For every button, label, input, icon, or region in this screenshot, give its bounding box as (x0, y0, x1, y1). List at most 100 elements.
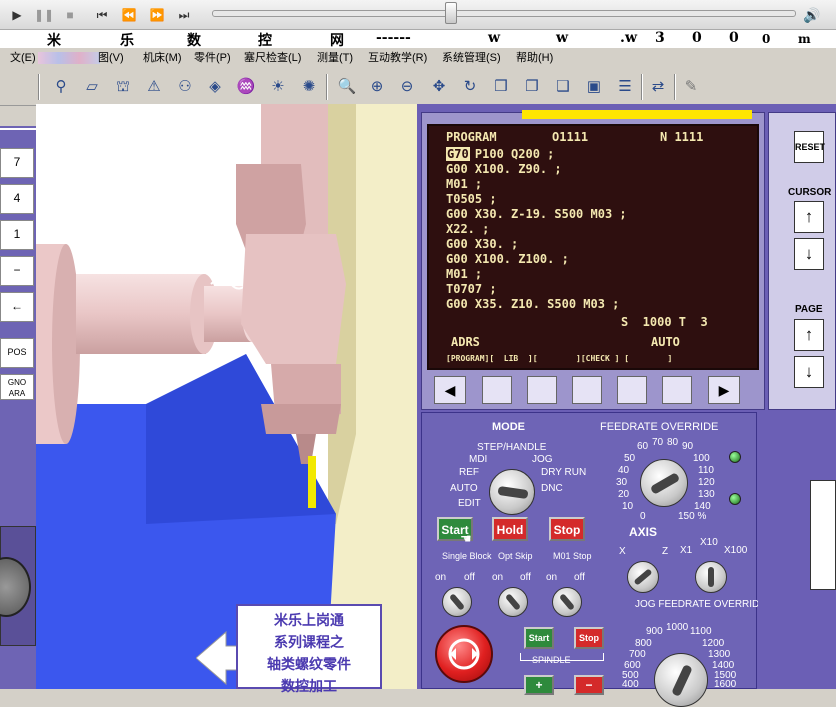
play-icon[interactable]: ▶ (8, 7, 26, 23)
rewind-icon[interactable]: ⏪ (120, 7, 138, 23)
pause-icon[interactable]: ❚❚ (34, 7, 54, 23)
key-program[interactable]: GNO ARA (0, 374, 34, 400)
softkey-4[interactable] (617, 376, 647, 404)
skip-back-icon[interactable]: ⏮ (93, 7, 111, 23)
move-icon[interactable]: ✥ (428, 76, 450, 98)
jog-feedrate-title: JOG FEEDRATE OVERRIDE (635, 599, 766, 610)
jog-tick: 1000 (666, 622, 689, 633)
menu-bar: 文(E) 图(V) 机床(M) 零件(P) 塞尺检查(L) 测量(T) 互动教学… (0, 48, 836, 68)
softkey-5[interactable] (662, 376, 692, 404)
menu-teaching[interactable]: 互动教学(R) (368, 48, 427, 68)
lamp-icon[interactable]: ✺ (298, 76, 320, 98)
feed-tick: 150 % (678, 511, 707, 522)
key-left-arrow[interactable]: ← (0, 292, 34, 322)
handle-scale-knob[interactable] (695, 561, 727, 593)
cursor-up-button[interactable]: ↑ (794, 201, 824, 233)
softkey-next[interactable]: ▶ (708, 376, 740, 404)
softkey-prev[interactable]: ◀ (434, 376, 466, 404)
menu-help[interactable]: 帮助(H) (516, 48, 553, 68)
menu-machine[interactable]: 机床(M) (143, 48, 182, 68)
spindle-decrease-button[interactable]: − (574, 675, 604, 695)
spindle-increase-button[interactable]: + (524, 675, 554, 695)
cursor-page-panel: RESET CURSOR ↑ ↓ PAGE ↑ ↓ (768, 112, 836, 410)
pen-icon[interactable]: ✎ (680, 76, 702, 98)
volume-icon[interactable]: 🔊 (803, 7, 821, 23)
softkey-1[interactable] (482, 376, 512, 404)
view-side-icon[interactable]: ❑ (552, 76, 574, 98)
operator-icon[interactable]: ⚲ (50, 76, 72, 98)
key-1[interactable]: 1 (0, 220, 34, 250)
opt-skip-switch[interactable] (498, 587, 528, 617)
spindle-stop-button[interactable]: Stop (574, 627, 604, 649)
banner-char: w (625, 30, 638, 46)
seek-thumb[interactable] (445, 2, 458, 24)
chuck-icon[interactable]: ◈ (204, 76, 226, 98)
spindle-start-button[interactable]: Start (524, 627, 554, 649)
m01-stop-label: M01 Stop (553, 551, 592, 561)
menu-file[interactable]: 文(E) (10, 48, 36, 68)
page-label: PAGE (795, 304, 823, 315)
menu-gauge-check[interactable]: 塞尺检查(L) (244, 48, 301, 68)
tool-icon[interactable]: ⚠ (143, 76, 165, 98)
menu-measure[interactable]: 测量(T) (317, 48, 353, 68)
feedrate-override-knob[interactable] (640, 459, 688, 507)
fast-forward-icon[interactable]: ⏩ (148, 7, 166, 23)
mode-dnc: DNC (541, 483, 563, 494)
toolbar-separator (641, 74, 643, 100)
feed-hold-button[interactable]: Hold (492, 517, 528, 541)
view-top-icon[interactable]: ❐ (521, 76, 543, 98)
arrow-left-icon (196, 630, 240, 686)
lathe-3d-viewport[interactable] (36, 104, 417, 689)
banner-char: ------ (376, 30, 411, 46)
menu-part[interactable]: 零件(P) (194, 48, 231, 68)
axis-selector-knob[interactable] (627, 561, 659, 593)
crt-line: M01 ; (446, 267, 483, 281)
zoom-out-icon[interactable]: ⊖ (396, 76, 418, 98)
site-banner: 米 乐 数 控 网 ------ w w w . 3 0 0 0 m (0, 30, 836, 49)
view-front-icon[interactable]: ❒ (490, 76, 512, 98)
crt-line: G00 X30. Z-19. S500 M03 ; (446, 207, 627, 221)
page-up-button[interactable]: ↑ (794, 319, 824, 351)
handwheel-icon[interactable] (0, 557, 31, 617)
mode-jog: JOG (532, 454, 553, 465)
view-iso-icon[interactable]: ▣ (583, 76, 605, 98)
crt-mode: AUTO (651, 335, 680, 349)
m01-stop-switch[interactable] (552, 587, 582, 617)
zoom-window-icon[interactable]: 🔍 (336, 76, 358, 98)
jog-feedrate-knob[interactable] (654, 653, 708, 707)
opt-skip-label: Opt Skip (498, 551, 533, 561)
key-minus[interactable]: − (0, 256, 34, 286)
key-7[interactable]: 7 (0, 148, 34, 178)
rotate-icon[interactable]: ↻ (459, 76, 481, 98)
blurred-region (38, 52, 100, 64)
softkey-3[interactable] (572, 376, 602, 404)
swap-icon[interactable]: ⇄ (647, 76, 669, 98)
list-icon[interactable]: ☰ (614, 76, 636, 98)
softkey-2[interactable] (527, 376, 557, 404)
zoom-in-icon[interactable]: ⊕ (366, 76, 388, 98)
crt-line: P100 Q200 ; (446, 147, 555, 161)
crt-spindle-tool: S 1000 T 3 (621, 315, 708, 329)
crt-line: T0505 ; (446, 192, 497, 206)
stop-icon[interactable]: ■ (61, 7, 79, 23)
block-icon[interactable]: ▱ (81, 76, 103, 98)
coolant-icon[interactable]: ♒ (235, 76, 257, 98)
stop-button[interactable]: Stop (549, 517, 585, 541)
people-icon[interactable]: ⚇ (174, 76, 196, 98)
single-block-switch[interactable] (442, 587, 472, 617)
key-4[interactable]: 4 (0, 184, 34, 214)
axis-z-label: Z (662, 546, 669, 557)
reset-button[interactable]: RESET (794, 131, 825, 163)
menu-view[interactable]: 图(V) (98, 48, 124, 68)
key-pos[interactable]: POS (0, 338, 34, 368)
crt-line: X22. ; (446, 222, 490, 236)
mode-selector-knob[interactable] (489, 469, 535, 515)
cursor-down-button[interactable]: ↓ (794, 238, 824, 270)
tailstock-icon[interactable]: ⛫ (112, 76, 134, 98)
seek-bar[interactable] (212, 10, 796, 17)
page-down-button[interactable]: ↓ (794, 356, 824, 388)
emergency-stop-button[interactable] (435, 625, 493, 683)
menu-system[interactable]: 系统管理(S) (442, 48, 501, 68)
light-icon[interactable]: ☀ (267, 76, 289, 98)
skip-forward-icon[interactable]: ⏭ (175, 7, 193, 23)
